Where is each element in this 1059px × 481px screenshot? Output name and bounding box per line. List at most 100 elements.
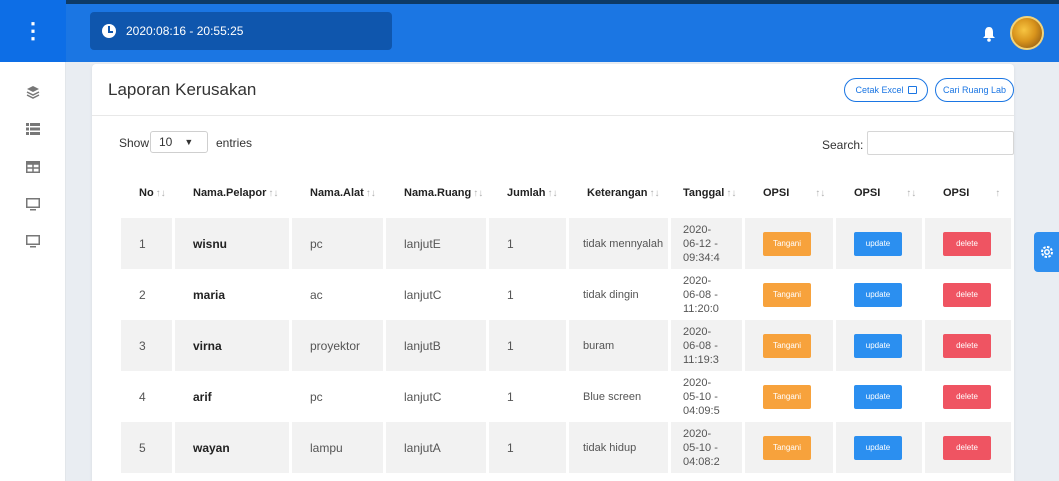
column-header[interactable]: Jumlah ↑↓ — [489, 168, 569, 218]
cell-opsi: update — [836, 371, 925, 422]
sidebar: ⋮ — [0, 0, 66, 481]
cell-alat: proyektor — [292, 320, 386, 371]
column-header[interactable]: Nama.Pelapor ↑↓ — [175, 168, 292, 218]
delete-button[interactable]: delete — [943, 282, 991, 307]
card-header: Laporan Kerusakan Cetak Excel Cari Ruang… — [92, 64, 1014, 116]
menu-dots-icon[interactable]: ⋮ — [0, 0, 66, 62]
cell-opsi: delete — [925, 320, 1014, 371]
update-button[interactable]: update — [854, 282, 902, 307]
delete-button[interactable]: delete — [943, 384, 991, 409]
cell-alat: ac — [292, 269, 386, 320]
cell-jumlah: 1 — [489, 320, 569, 371]
avatar[interactable] — [1010, 16, 1044, 50]
cell-opsi: update — [836, 218, 925, 269]
cell-opsi: delete — [925, 422, 1014, 473]
printer-icon — [907, 86, 917, 94]
column-header[interactable]: OPSI ↑↓ — [745, 168, 836, 218]
monitor-icon[interactable] — [21, 229, 45, 253]
cell-tanggal: 2020- 06-08 -11:19:3 — [671, 320, 745, 371]
column-header[interactable]: Tanggal ↑↓ — [671, 168, 745, 218]
settings-tab[interactable] — [1034, 232, 1059, 272]
tangani-button[interactable]: Tangani — [763, 435, 811, 460]
column-header[interactable]: OPSI ↑ — [925, 168, 1014, 218]
monitor-icon[interactable] — [21, 192, 45, 216]
list-icon[interactable] — [21, 117, 45, 141]
cell-tanggal: 2020- 05-10 -04:09:5 — [671, 371, 745, 422]
cell-pelapor: virna — [175, 320, 292, 371]
export-excel-button[interactable]: Cetak Excel — [844, 78, 928, 102]
table-row: 1 wisnu pc lanjutE 1 tidak mennyalah 202… — [121, 218, 1014, 269]
delete-button[interactable]: delete — [943, 231, 991, 256]
cell-ruang: lanjutE — [386, 218, 489, 269]
column-header[interactable]: Nama.Alat ↑↓ — [292, 168, 386, 218]
table-row: 4 arif pc lanjutC 1 Blue screen 2020- 05-… — [121, 371, 1014, 422]
datetime-text: 2020:08:16 - 20:55:25 — [126, 24, 244, 38]
report-table: No ↑↓ Nama.Pelapor ↑↓ Nama.Alat ↑↓ Nama.Rua… — [121, 168, 1014, 473]
table-controls: Show 10 ▼ entries Search: — [92, 130, 1014, 156]
cell-jumlah: 1 — [489, 218, 569, 269]
clock-icon — [102, 24, 116, 38]
delete-button[interactable]: delete — [943, 435, 991, 460]
cell-opsi: Tangani — [745, 218, 836, 269]
column-header[interactable]: No ↑↓ — [121, 168, 175, 218]
cell-opsi: Tangani — [745, 269, 836, 320]
column-header[interactable]: OPSI ↑↓ — [836, 168, 925, 218]
update-button[interactable]: update — [854, 435, 902, 460]
delete-button[interactable]: delete — [943, 333, 991, 358]
cell-alat: pc — [292, 218, 386, 269]
cell-no: 1 — [121, 218, 175, 269]
cell-no: 2 — [121, 269, 175, 320]
cell-tanggal: 2020- 06-08 -11:20:0 — [671, 269, 745, 320]
bell-icon[interactable] — [982, 26, 996, 42]
cell-pelapor: maria — [175, 269, 292, 320]
cell-opsi: Tangani — [745, 371, 836, 422]
cell-opsi: Tangani — [745, 320, 836, 371]
cell-no: 5 — [121, 422, 175, 473]
cell-opsi: delete — [925, 371, 1014, 422]
tangani-button[interactable]: Tangani — [763, 333, 811, 358]
table-header-row: No ↑↓ Nama.Pelapor ↑↓ Nama.Alat ↑↓ Nama.Rua… — [121, 168, 1014, 218]
cell-tanggal: 2020- 06-12 -09:34:4 — [671, 218, 745, 269]
cell-pelapor: wayan — [175, 422, 292, 473]
cell-opsi: Tangani — [745, 422, 836, 473]
search-label: Search: — [822, 138, 864, 152]
entries-select[interactable]: 10 ▼ — [150, 131, 208, 153]
cell-ruang: lanjutA — [386, 422, 489, 473]
export-excel-label: Cetak Excel — [855, 85, 904, 95]
cell-opsi: delete — [925, 269, 1014, 320]
cell-keterangan: tidak dingin — [569, 269, 671, 320]
cell-alat: pc — [292, 371, 386, 422]
tangani-button[interactable]: Tangani — [763, 384, 811, 409]
cell-ruang: lanjutB — [386, 320, 489, 371]
update-button[interactable]: update — [854, 333, 902, 358]
cell-tanggal: 2020- 05-10 -04:08:2 — [671, 422, 745, 473]
column-header[interactable]: Nama.Ruang ↑↓ — [386, 168, 489, 218]
tangani-button[interactable]: Tangani — [763, 282, 811, 307]
search-input[interactable] — [867, 131, 1014, 155]
update-button[interactable]: update — [854, 384, 902, 409]
cell-opsi: update — [836, 269, 925, 320]
page-title: Laporan Kerusakan — [108, 80, 257, 99]
cell-pelapor: wisnu — [175, 218, 292, 269]
find-lab-room-button[interactable]: Cari Ruang Lab — [935, 78, 1014, 102]
cell-no: 3 — [121, 320, 175, 371]
layers-icon[interactable] — [21, 80, 45, 104]
cell-alat: lampu — [292, 422, 386, 473]
datetime-display: 2020:08:16 - 20:55:25 — [90, 12, 392, 50]
tangani-button[interactable]: Tangani — [763, 231, 811, 256]
table-icon[interactable] — [21, 155, 45, 179]
cell-jumlah: 1 — [489, 371, 569, 422]
cell-opsi: update — [836, 422, 925, 473]
cell-pelapor: arif — [175, 371, 292, 422]
update-button[interactable]: update — [854, 231, 902, 256]
gear-icon — [1040, 246, 1053, 258]
column-header[interactable]: Keterangan ↑↓ — [569, 168, 671, 218]
topbar: 2020:08:16 - 20:55:25 — [66, 0, 1059, 62]
cell-ruang: lanjutC — [386, 371, 489, 422]
cell-ruang: lanjutC — [386, 269, 489, 320]
chevron-down-icon: ▼ — [184, 137, 194, 147]
cell-keterangan: buram — [569, 320, 671, 371]
find-lab-room-label: Cari Ruang Lab — [942, 85, 1007, 95]
table-row: 5 wayan lampu lanjutA 1 tidak hidup 2020… — [121, 422, 1014, 473]
cell-keterangan: tidak mennyalah — [569, 218, 671, 269]
